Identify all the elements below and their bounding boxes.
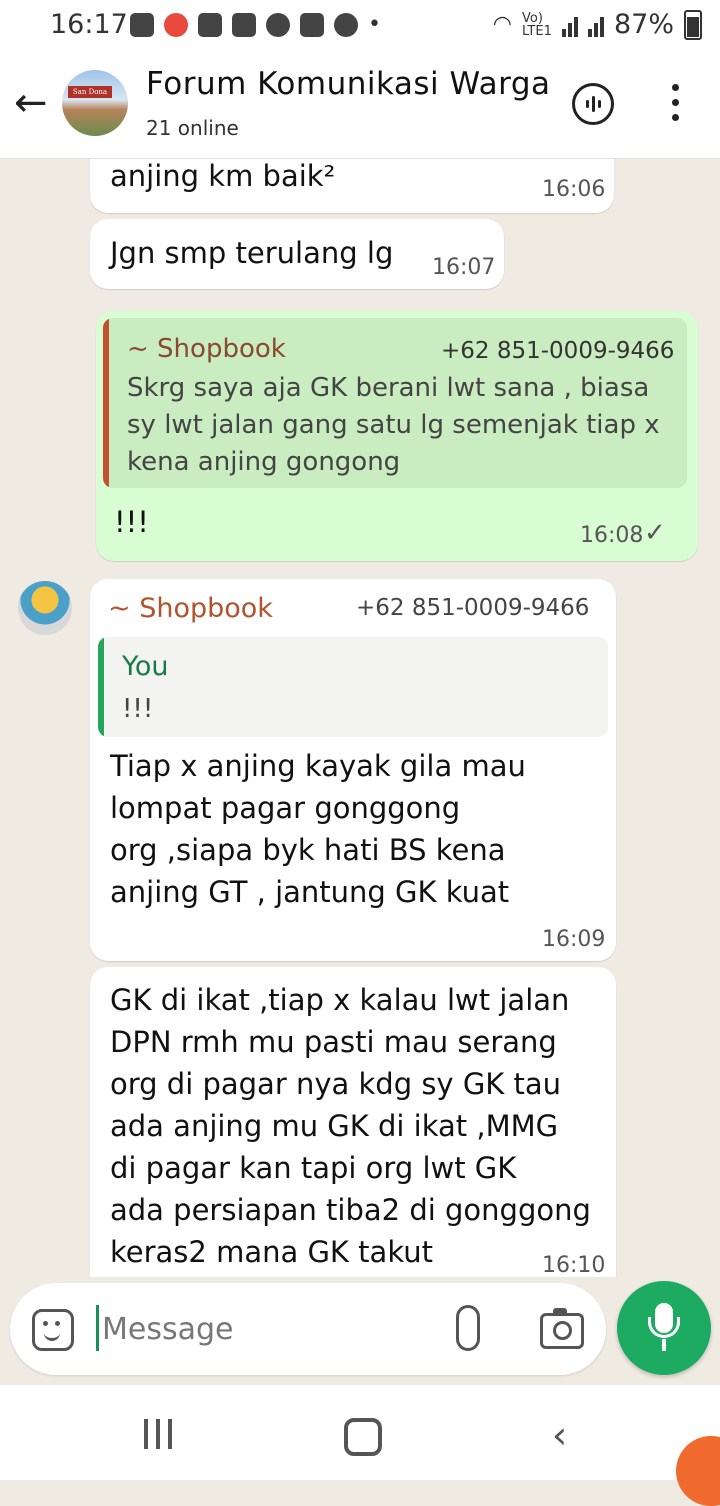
message-time: 16:09 bbox=[542, 927, 606, 952]
voice-chat-icon[interactable] bbox=[572, 83, 614, 125]
attach-icon[interactable] bbox=[456, 1305, 480, 1351]
message-text: !!! bbox=[114, 505, 149, 539]
message-input[interactable] bbox=[100, 1301, 434, 1357]
notification-icons: • bbox=[130, 12, 381, 37]
quote-text: Skrg saya aja GK berani lwt sana , biasa… bbox=[127, 373, 660, 477]
dot-icon: • bbox=[368, 12, 381, 37]
quote-phone: +62 851-0009-9466 bbox=[441, 338, 675, 364]
more-options-icon[interactable] bbox=[668, 84, 684, 124]
text-cursor bbox=[96, 1305, 99, 1351]
quote-author: You bbox=[122, 651, 169, 682]
message-sender[interactable]: ~ Shopbook bbox=[108, 593, 273, 624]
quote-text: !!! bbox=[122, 694, 154, 724]
network-label: Vo) LTE1 bbox=[521, 10, 552, 39]
sender-avatar[interactable] bbox=[18, 581, 72, 635]
chat-title[interactable]: Forum Komunikasi Warga bbox=[146, 66, 551, 102]
online-count: 21 online bbox=[146, 116, 239, 140]
app-icon bbox=[266, 12, 290, 37]
message-bubble[interactable]: Jgn smp terulang lg 16:07 bbox=[90, 219, 504, 289]
signal-icon-2 bbox=[587, 13, 604, 37]
battery-percent: 87% bbox=[613, 9, 674, 40]
shield-icon bbox=[300, 12, 324, 37]
voice-record-button[interactable] bbox=[617, 1281, 711, 1375]
message-bubble[interactable]: GK di ikat ,tiap x kalau lwt jalan DPN r… bbox=[90, 967, 616, 1277]
message-time: 16:08 bbox=[580, 523, 644, 548]
youtube-icon bbox=[232, 12, 256, 37]
message-notification-icon bbox=[130, 12, 154, 37]
message-time: 16:07 bbox=[432, 255, 496, 280]
system-nav-bar: ‹ bbox=[0, 1385, 720, 1480]
home-icon[interactable] bbox=[344, 1418, 382, 1456]
message-composer bbox=[10, 1283, 606, 1375]
battery-icon bbox=[684, 9, 702, 40]
quoted-message[interactable]: You !!! bbox=[98, 637, 608, 737]
message-time: 16:06 bbox=[542, 177, 606, 202]
mic-icon bbox=[648, 1303, 680, 1338]
status-time: 16:17 bbox=[50, 9, 128, 40]
message-text: anjing km baik² bbox=[110, 159, 336, 193]
quote-accent-bar bbox=[98, 637, 104, 737]
outgoing-message-bubble[interactable]: ~ Shopbook +62 851-0009-9466 Skrg saya a… bbox=[96, 311, 698, 561]
back-icon[interactable]: ‹ bbox=[552, 1413, 567, 1457]
signal-icon bbox=[561, 13, 578, 37]
app-icon-2 bbox=[334, 12, 358, 37]
back-arrow-icon[interactable]: ← bbox=[14, 78, 54, 128]
quote-accent-bar bbox=[103, 318, 109, 488]
status-bar: 16:17 • ◠ Vo) LTE1 87% bbox=[0, 0, 720, 52]
app-notification-icon bbox=[164, 12, 188, 37]
message-bubble[interactable]: anjing km baik² 16:06 bbox=[90, 159, 614, 213]
message-bubble[interactable]: ~ Shopbook +62 851-0009-9466 You !!! Tia… bbox=[90, 579, 616, 961]
message-time: 16:10 bbox=[542, 1253, 606, 1277]
message-text: GK di ikat ,tiap x kalau lwt jalan DPN r… bbox=[110, 983, 591, 1269]
chat-header: ← San Dona Forum Komunikasi Warga 21 onl… bbox=[0, 52, 720, 159]
quoted-message[interactable]: ~ Shopbook +62 851-0009-9466 Skrg saya a… bbox=[103, 318, 687, 488]
chat-area: anjing km baik² 16:06 Jgn smp terulang l… bbox=[0, 159, 720, 1277]
group-avatar[interactable]: San Dona bbox=[62, 70, 128, 136]
wifi-icon: ◠ bbox=[492, 12, 512, 37]
gift-icon bbox=[198, 12, 222, 37]
status-right: ◠ Vo) LTE1 87% bbox=[493, 9, 702, 40]
mic-stand bbox=[662, 1339, 666, 1351]
sent-check-icon: ✓ bbox=[644, 518, 666, 548]
camera-icon[interactable] bbox=[540, 1308, 584, 1349]
recents-icon[interactable] bbox=[144, 1419, 174, 1449]
avatar-sign: San Dona bbox=[68, 86, 112, 98]
message-text: Jgn smp terulang lg bbox=[110, 236, 394, 270]
message-text: Tiap x anjing kayak gila mau lompat paga… bbox=[110, 749, 526, 909]
message-sender-phone: +62 851-0009-9466 bbox=[356, 595, 590, 621]
quote-sender: ~ Shopbook bbox=[127, 334, 286, 364]
sticker-icon[interactable] bbox=[32, 1309, 74, 1351]
